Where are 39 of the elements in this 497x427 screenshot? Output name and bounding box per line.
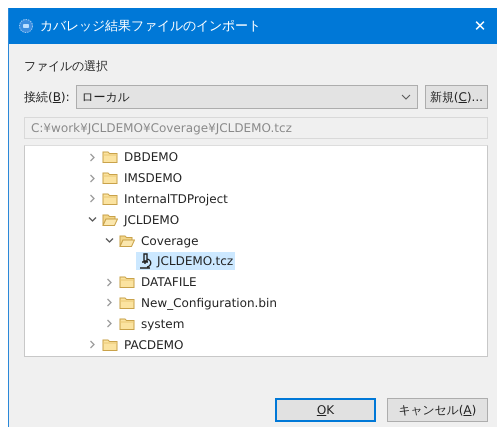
section-label: ファイルの選択 [24, 58, 109, 74]
tree-item[interactable]: JCLDEMO.tcz [136, 252, 236, 270]
chevron-right-icon[interactable] [88, 174, 97, 183]
tree-item[interactable]: New_Configuration.bin [140, 294, 279, 311]
tree-item[interactable]: InternalTDProject [123, 190, 230, 207]
cancel-button[interactable]: キャンセル(A) [387, 398, 488, 422]
chevron-down-icon[interactable] [105, 236, 114, 246]
folder-icon [102, 171, 118, 186]
microscope-icon [137, 253, 153, 270]
tree-item[interactable]: Coverage [140, 232, 200, 249]
chevron-right-icon[interactable] [105, 298, 114, 308]
tree-item[interactable]: system [140, 316, 186, 332]
open-folder-icon [102, 212, 118, 227]
chevron-right-icon[interactable] [88, 152, 97, 162]
open-folder-icon [119, 234, 135, 248]
tree-item[interactable]: IMSDEMO [123, 170, 184, 186]
chevron-right-icon[interactable] [105, 278, 114, 287]
chevron-down-icon[interactable] [88, 215, 97, 224]
tree-item[interactable]: DATAFILE [140, 274, 199, 290]
chevron-down-icon [400, 94, 411, 100]
chevron-right-icon[interactable] [88, 194, 97, 204]
folder-icon [102, 192, 118, 206]
close-button[interactable]: ✕ [465, 11, 495, 41]
folder-icon [119, 316, 135, 331]
app-icon [19, 19, 33, 33]
folder-icon [102, 338, 118, 352]
folder-icon [119, 275, 135, 290]
chevron-right-icon[interactable] [105, 319, 114, 328]
folder-icon [119, 296, 135, 310]
new-button[interactable]: 新規(C)... [424, 85, 488, 109]
tree-item[interactable]: DBDEMO [123, 149, 180, 166]
connection-label: 接続(B): [24, 88, 70, 106]
ok-button[interactable]: OK [275, 398, 376, 422]
folder-icon [102, 150, 118, 164]
connection-dropdown[interactable]: ローカル [76, 85, 418, 109]
chevron-right-icon[interactable] [88, 340, 97, 350]
window-title: カバレッジ結果ファイルのインポート [40, 18, 262, 35]
tree-item[interactable]: JCLDEMO [123, 212, 182, 228]
tree-item[interactable]: PACDEMO [123, 336, 186, 353]
